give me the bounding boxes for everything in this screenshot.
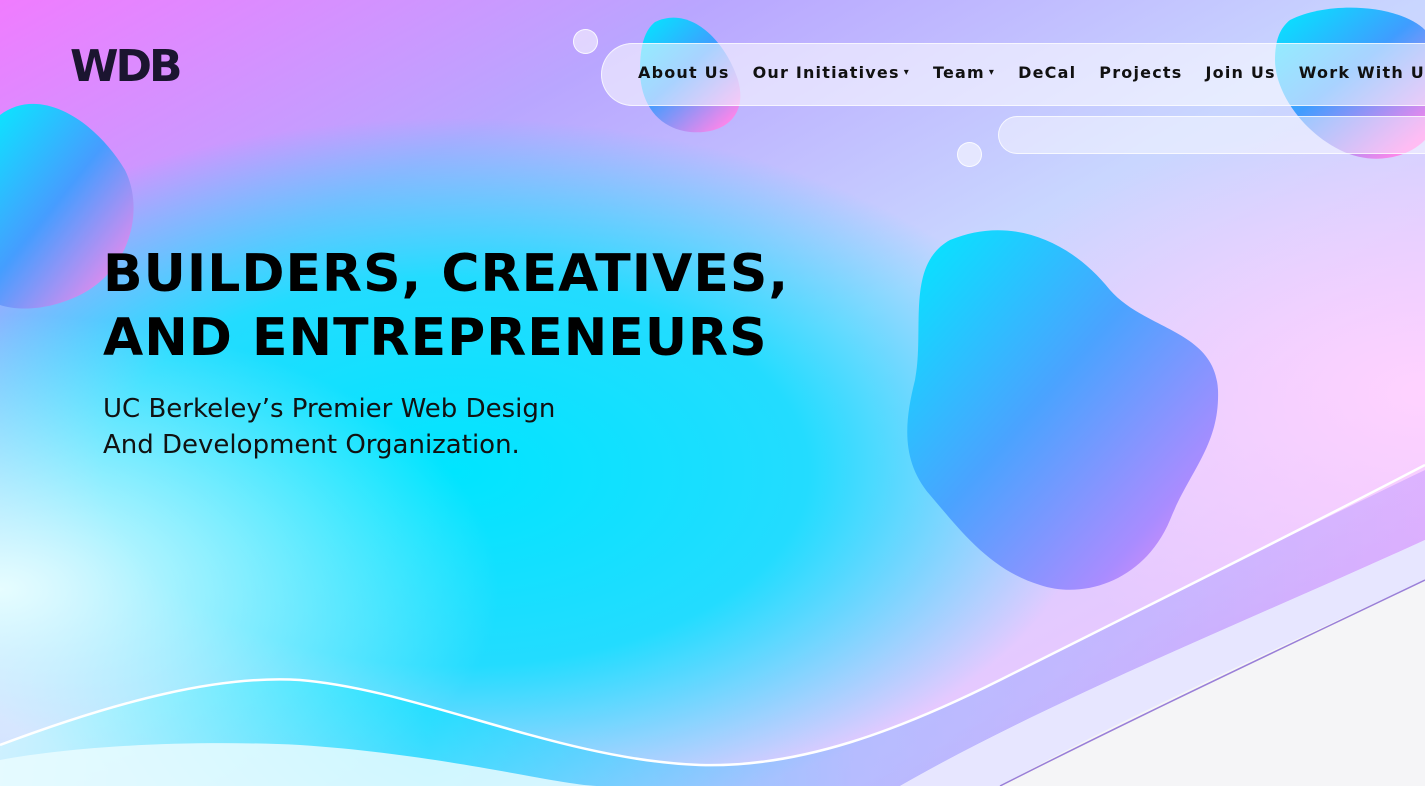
main-nav: About Us Our Initiatives ▾ Team ▾ DeCal … (638, 63, 1425, 82)
logo-text: WDB (70, 41, 183, 92)
hero-subtitle-line: And Development Organization. (103, 430, 520, 460)
decorative-bubble (573, 29, 598, 54)
decorative-bubble (957, 142, 982, 167)
nav-item-about-us[interactable]: About Us (638, 63, 730, 82)
chevron-down-icon: ▾ (903, 67, 910, 78)
hero-subtitle: UC Berkeley’s Premier Web Design And Dev… (103, 391, 555, 463)
nav-item-work-with-us[interactable]: Work With Us (1299, 63, 1425, 82)
wdb-logo[interactable]: WDB (70, 44, 188, 90)
hero-subtitle-line: UC Berkeley’s Premier Web Design (103, 394, 556, 424)
nav-item-decal[interactable]: DeCal (1018, 63, 1076, 82)
hero-title-line: BUILDERS, CREATIVES, (103, 244, 790, 304)
nav-item-our-initiatives[interactable]: Our Initiatives ▾ (753, 63, 910, 82)
nav-item-projects[interactable]: Projects (1099, 63, 1182, 82)
nav-label: Join Us (1205, 63, 1276, 82)
nav-label: Projects (1099, 63, 1183, 82)
chevron-down-icon: ▾ (988, 67, 996, 78)
nav-item-team[interactable]: Team ▾ (933, 63, 995, 82)
hero-title: BUILDERS, CREATIVES, AND ENTREPRENEURS (103, 242, 789, 370)
nav-label: Our Initiatives (752, 63, 900, 82)
hero-title-line: AND ENTREPRENEURS (103, 308, 768, 368)
nav-label: Work With Us (1298, 63, 1425, 82)
nav-item-join-us[interactable]: Join Us (1205, 63, 1275, 82)
decorative-pill (998, 116, 1425, 154)
nav-label: DeCal (1018, 63, 1077, 82)
nav-label: About Us (638, 63, 730, 82)
nav-label: Team (932, 63, 985, 82)
